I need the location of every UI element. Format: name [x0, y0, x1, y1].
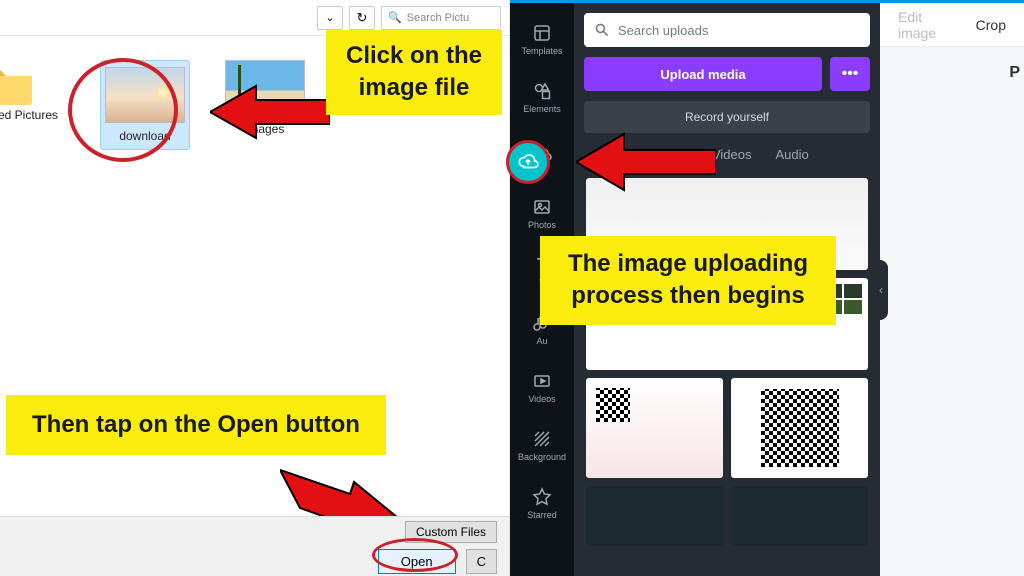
- photos-icon: [532, 197, 552, 217]
- canva-pane: Templates Elements Photos T T: [510, 0, 1024, 576]
- star-icon: [532, 487, 552, 507]
- truncated-label: P: [1009, 64, 1020, 82]
- dialog-bottom-bar: Custom Files Open C: [0, 516, 509, 576]
- nav-starred[interactable]: Starred: [510, 475, 574, 531]
- upload-tile[interactable]: [586, 378, 723, 478]
- videos-icon: [532, 371, 552, 391]
- file-download[interactable]: download: [100, 60, 190, 150]
- file-grid: ved Pictures download images: [0, 60, 310, 150]
- nav-label: Templates: [521, 46, 562, 56]
- search-input[interactable]: 🔍 Search Pictu: [381, 6, 501, 30]
- nav-label: Photos: [528, 220, 556, 230]
- folder-saved-pictures[interactable]: ved Pictures: [0, 60, 70, 122]
- templates-icon: [532, 23, 552, 43]
- file-label: download: [104, 129, 186, 143]
- upload-row: Upload media •••: [584, 57, 870, 91]
- nav-label: Elements: [523, 104, 561, 114]
- cloud-upload-icon: [517, 151, 539, 173]
- search-placeholder: Search uploads: [618, 23, 708, 38]
- uploads-tabs: Images Videos Audio: [584, 143, 870, 166]
- open-button[interactable]: Open: [378, 549, 456, 574]
- nav-photos[interactable]: Photos: [510, 185, 574, 241]
- nav-label: Au: [536, 336, 547, 346]
- address-dropdown[interactable]: ⌄: [317, 6, 343, 30]
- collapse-panel-button[interactable]: ‹: [874, 260, 888, 320]
- tab-audio[interactable]: Audio: [775, 147, 808, 162]
- upload-tile[interactable]: [731, 378, 868, 478]
- elements-icon: [532, 81, 552, 101]
- qr-icon: [596, 388, 630, 422]
- tab-videos[interactable]: Videos: [712, 147, 752, 162]
- folder-icon: [0, 60, 36, 108]
- annotation-circle-uploads: [506, 140, 550, 184]
- canva-canvas[interactable]: [880, 47, 1024, 576]
- nav-label: Starred: [527, 510, 557, 520]
- canva-top-toolbar: Edit image Crop: [880, 3, 1024, 47]
- file-explorer-pane: ⌄ ↻ 🔍 Search Pictu ved Pictures download…: [0, 0, 510, 576]
- annotation-then-open: Then tap on the Open button: [6, 395, 386, 455]
- annotation-uploading: The image uploading process then begins: [540, 236, 836, 325]
- file-images[interactable]: images: [220, 60, 310, 136]
- search-placeholder: Search Pictu: [407, 12, 469, 24]
- thumbnail-tropical: [225, 60, 305, 116]
- search-icon: [594, 22, 610, 38]
- nav-elements[interactable]: Elements: [510, 69, 574, 125]
- nav-label: Background: [518, 452, 566, 462]
- crop-button[interactable]: Crop: [976, 17, 1006, 33]
- annotation-click-image: Click on the image file: [326, 30, 502, 115]
- nav-background[interactable]: Background: [510, 417, 574, 473]
- folder-label: ved Pictures: [0, 108, 70, 122]
- upload-more-button[interactable]: •••: [830, 57, 870, 91]
- nav-videos[interactable]: Videos: [510, 359, 574, 415]
- qr-icon: [761, 389, 839, 467]
- upload-tile[interactable]: [586, 486, 723, 546]
- file-filter-dropdown[interactable]: Custom Files: [405, 521, 497, 543]
- upload-tile[interactable]: [731, 486, 868, 546]
- record-yourself-button[interactable]: Record yourself: [584, 101, 870, 133]
- nav-label: Videos: [528, 394, 555, 404]
- refresh-button[interactable]: ↻: [349, 6, 375, 30]
- nav-templates[interactable]: Templates: [510, 11, 574, 67]
- cancel-button[interactable]: C: [466, 549, 497, 574]
- search-icon: 🔍: [388, 11, 402, 24]
- uploads-grid: [584, 176, 870, 566]
- edit-image-button[interactable]: Edit image: [898, 9, 950, 41]
- file-label: images: [220, 122, 310, 136]
- thumbnail-beach: [105, 67, 185, 123]
- search-uploads-input[interactable]: Search uploads: [584, 13, 870, 47]
- background-icon: [532, 429, 552, 449]
- upload-media-button[interactable]: Upload media: [584, 57, 822, 91]
